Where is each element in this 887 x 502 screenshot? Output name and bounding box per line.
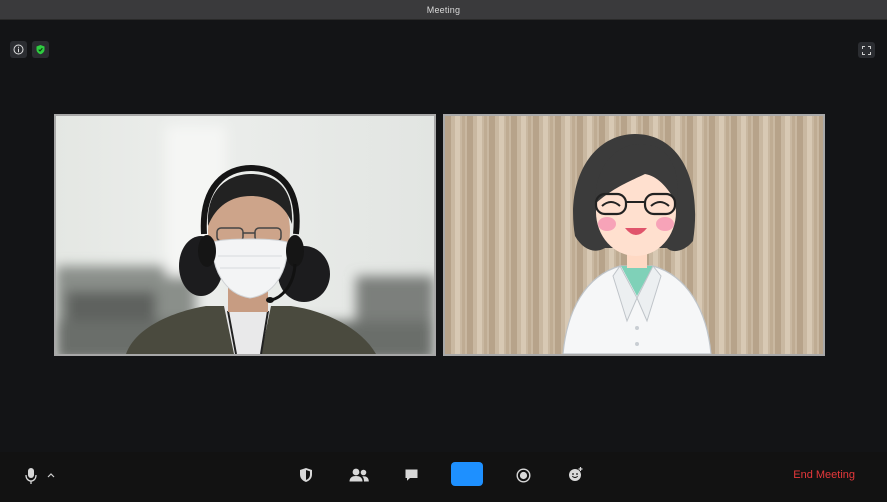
record-icon[interactable] <box>514 466 532 484</box>
window-title: Meeting <box>426 4 461 15</box>
meeting-toolbar <box>0 452 887 502</box>
participants-icon[interactable] <box>348 466 370 484</box>
encryption-shield-icon[interactable] <box>32 41 49 58</box>
caret-up-icon[interactable] <box>46 470 56 480</box>
end-meeting-button[interactable]: End Meeting <box>793 464 855 486</box>
share-screen-icon[interactable] <box>451 462 483 486</box>
window-title-bar: Meeting <box>0 0 887 20</box>
participant-video-cartoon-doctor[interactable] <box>443 114 825 356</box>
participant-video-man[interactable] <box>54 114 436 356</box>
fullscreen-icon[interactable] <box>858 42 875 58</box>
reactions-icon[interactable] <box>567 465 585 483</box>
info-icon[interactable] <box>10 41 27 58</box>
security-shield-icon[interactable] <box>297 466 315 484</box>
chat-icon[interactable] <box>402 466 420 484</box>
microphone-icon[interactable] <box>22 466 40 486</box>
